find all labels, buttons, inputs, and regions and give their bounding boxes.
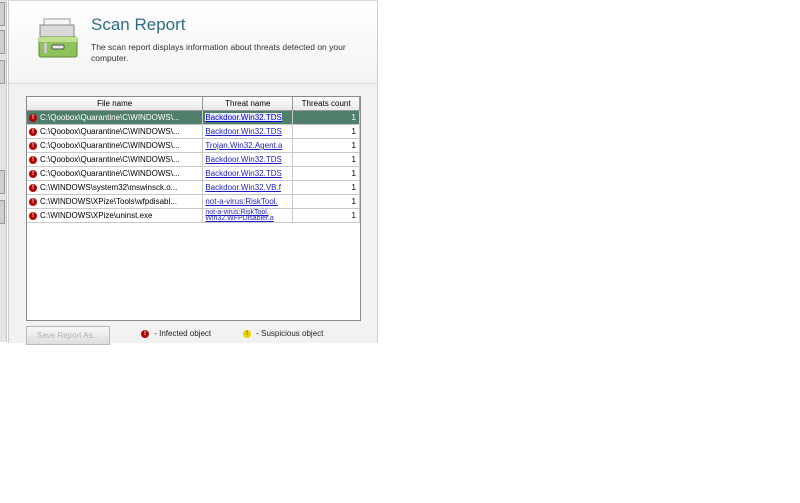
page-description: The scan report displays information abo… [91,42,346,63]
threats-count-cell: 1 [292,180,360,195]
threat-name-cell: Trojan.Win32.Agent.a [202,138,294,153]
file-name-cell: ! C:\Qoobox\Quarantine\C\WINDOWS\... [27,138,204,153]
column-header-threat-name[interactable]: Threat name [202,97,294,111]
threat-name-cell: Backdoor.Win32.VB.f [202,180,294,195]
infected-icon: ! [29,155,37,164]
infected-icon: ! [29,127,37,136]
infected-icon: ! [29,197,37,206]
threat-link[interactable]: Backdoor.Win32.TDS [205,113,282,122]
threat-name-cell: not-a-virus:RiskTool. [202,194,294,209]
file-name-cell: ! C:\WINDOWS\system32\mswinsck.o... [27,180,204,195]
file-name-cell: ! C:\Qoobox\Quarantine\C\WINDOWS\... [27,110,204,125]
table-row[interactable]: ! C:\WINDOWS\system32\mswinsck.o... Backd… [27,180,360,195]
left-panel-strip [0,0,7,342]
infected-icon: ! [29,169,37,178]
threat-link[interactable]: Backdoor.Win32.TDS [205,127,281,136]
save-report-button[interactable]: Save Report As... [26,326,110,345]
file-drawer-icon [38,18,78,58]
threat-link[interactable]: Backdoor.Win32.VB.f [205,183,281,192]
table-header-row: File name Threat name Threats count [27,97,360,111]
threats-count-cell: 1 [292,138,360,153]
infected-icon: ! [29,183,37,192]
file-name-cell: ! C:\Qoobox\Quarantine\C\WINDOWS\... [27,166,204,181]
infected-icon: ! [29,211,37,220]
table-row[interactable]: ! C:\Qoobox\Quarantine\C\WINDOWS\... Back… [27,166,360,181]
infected-icon: ! [141,329,149,338]
table-row[interactable]: ! C:\WINDOWS\XPize\Tools\wfpdisabl... not… [27,194,360,209]
infected-icon: ! [29,141,37,150]
threat-name-cell: Backdoor.Win32.TDS [202,152,294,167]
left-panel-tab[interactable] [0,30,5,54]
table-row[interactable]: ! C:\WINDOWS\XPize\uninst.exe not-a-virus… [27,208,360,223]
file-name-cell: ! C:\Qoobox\Quarantine\C\WINDOWS\... [27,124,204,139]
legend-suspicious-label: - Suspicious object [256,329,324,338]
infected-icon: ! [29,113,37,122]
left-panel-tab[interactable] [0,60,5,84]
column-header-file-name[interactable]: File name [27,97,204,111]
left-panel-tab[interactable] [0,170,5,194]
table-row[interactable]: ! C:\Qoobox\Quarantine\C\WINDOWS\... Back… [27,124,360,139]
table-row[interactable]: ! C:\Qoobox\Quarantine\C\WINDOWS\... Back… [27,152,360,167]
threat-name-cell: Backdoor.Win32.TDS [202,110,294,125]
report-header: Scan Report The scan report displays inf… [9,1,377,84]
threat-name-cell: not-a-virus:RiskTool. Win32.WFPDisabler.… [202,208,294,223]
page-title: Scan Report [91,15,186,34]
threats-count-cell: 1 [292,152,360,167]
threats-count-cell: 1 [292,194,360,209]
legend-infected: ! - Infected object [141,329,211,338]
column-header-threats-count[interactable]: Threats count [292,97,360,111]
left-panel-tab[interactable] [0,2,5,26]
file-name-cell: ! C:\Qoobox\Quarantine\C\WINDOWS\... [27,152,204,167]
threats-count-cell: 1 [292,166,360,181]
suspicious-icon: ! [243,329,251,338]
table-row[interactable]: ! C:\Qoobox\Quarantine\C\WINDOWS\... Back… [27,110,360,125]
table-row[interactable]: ! C:\Qoobox\Quarantine\C\WINDOWS\... Troj… [27,138,360,153]
threat-link[interactable]: Trojan.Win32.Agent.a [205,141,282,150]
left-panel-tab[interactable] [0,200,5,224]
threat-name-cell: Backdoor.Win32.TDS [202,124,294,139]
threat-link[interactable]: not-a-virus:RiskTool. [205,197,277,206]
threat-link[interactable]: Backdoor.Win32.TDS [205,155,281,164]
threat-link[interactable]: Backdoor.Win32.TDS [205,169,281,178]
scan-report-window: Scan Report The scan report displays inf… [8,0,378,345]
threat-link[interactable]: not-a-virus:RiskTool. Win32.WFPDisabler.… [205,209,273,222]
threat-name-cell: Backdoor.Win32.TDS [202,166,294,181]
legend-infected-label: - Infected object [154,329,212,338]
threats-count-cell: 1 [292,208,360,223]
file-name-cell: ! C:\WINDOWS\XPize\uninst.exe [27,208,204,223]
threats-count-cell: 1 [292,110,360,125]
threats-count-cell: 1 [292,124,360,139]
threats-table[interactable]: File name Threat name Threats count ! C:\… [26,96,361,321]
file-name-cell: ! C:\WINDOWS\XPize\Tools\wfpdisabl... [27,194,204,209]
legend-suspicious: ! - Suspicious object [243,329,323,338]
